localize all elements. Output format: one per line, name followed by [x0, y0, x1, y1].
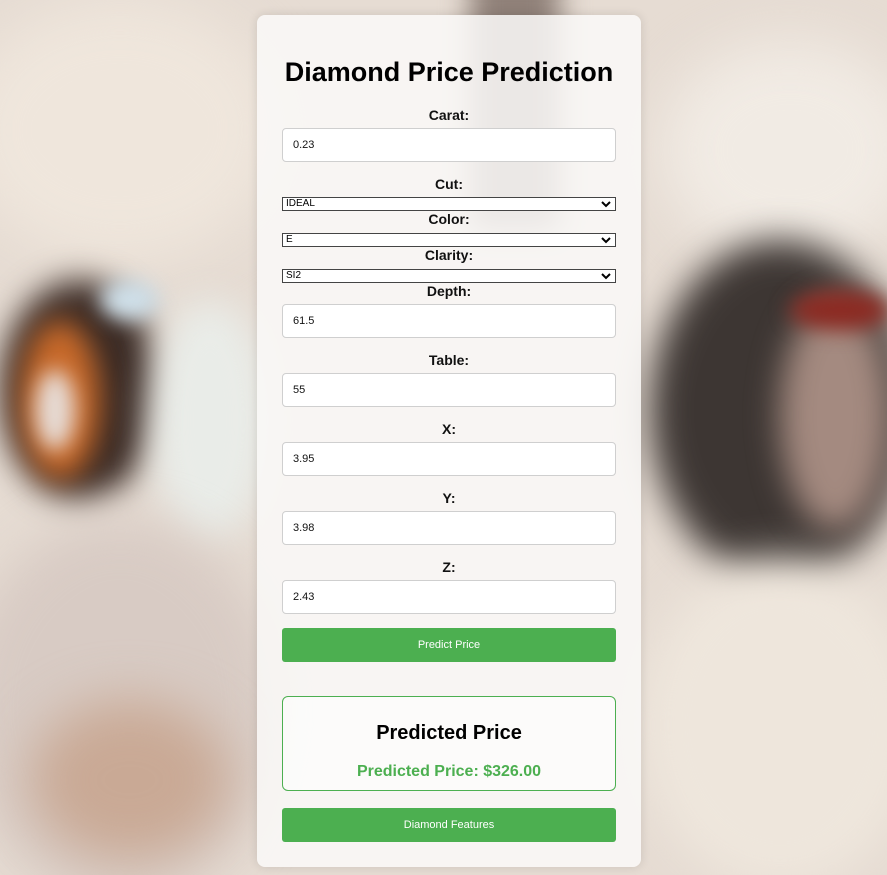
chevron-down-icon — [601, 273, 611, 280]
predicted-price-heading: Predicted Price — [376, 722, 522, 744]
cut-label: Cut: — [435, 176, 463, 192]
page-title: Diamond Price Prediction — [284, 57, 614, 87]
predict-price-button[interactable]: Predict Price — [282, 628, 616, 662]
table-label: Table: — [428, 352, 470, 368]
cut-select[interactable]: IDEAL — [282, 197, 616, 211]
y-label: Y: — [442, 490, 456, 506]
color-select-value: E — [286, 234, 293, 245]
predicted-price-value: Predicted Price: $326.00 — [356, 763, 542, 780]
carat-label: Carat: — [428, 107, 470, 123]
z-input[interactable] — [282, 580, 616, 614]
predicted-price-box: Predicted Price Predicted Price: $326.00 — [282, 696, 616, 791]
depth-label: Depth: — [426, 283, 472, 299]
chevron-down-icon — [601, 237, 611, 244]
clarity-select[interactable]: SI2 — [282, 269, 616, 283]
prediction-form-panel: Diamond Price Prediction Carat: Cut: IDE… — [257, 15, 641, 867]
x-label: X: — [442, 421, 456, 437]
x-input[interactable] — [282, 442, 616, 476]
table-input[interactable] — [282, 373, 616, 407]
clarity-label: Clarity: — [424, 247, 474, 263]
chevron-down-icon — [601, 201, 611, 208]
carat-input[interactable] — [282, 128, 616, 162]
depth-input[interactable] — [282, 304, 616, 338]
diamond-features-button[interactable]: Diamond Features — [282, 808, 616, 842]
z-label: Z: — [442, 559, 456, 575]
color-select[interactable]: E — [282, 233, 616, 247]
color-label: Color: — [428, 211, 470, 227]
clarity-select-value: SI2 — [286, 270, 302, 281]
y-input[interactable] — [282, 511, 616, 545]
cut-select-value: IDEAL — [286, 198, 315, 209]
